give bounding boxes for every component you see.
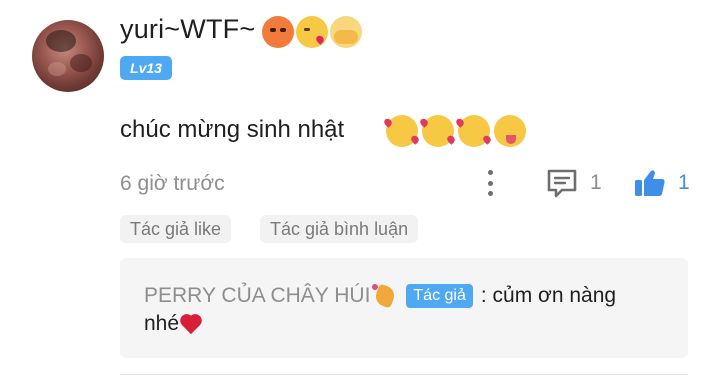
squinting-tongue-icon xyxy=(494,115,526,147)
reply-count: 1 xyxy=(590,171,602,194)
user-avatar[interactable] xyxy=(32,20,104,92)
author-badge: Tác giả xyxy=(406,284,473,308)
reply-button[interactable]: 1 xyxy=(546,168,602,198)
comment-icon xyxy=(547,169,577,198)
comment-emojis xyxy=(386,115,526,147)
author-reply-box[interactable]: PERRY CỦA CHÂY HÚI Tác giả : củm ơn nàng… xyxy=(120,258,688,358)
like-button[interactable]: 1 xyxy=(634,168,690,198)
smiling-hearts-icon xyxy=(386,115,418,147)
sparkles-icon xyxy=(372,284,396,308)
kissing-heart-icon xyxy=(296,16,328,48)
like-count: 1 xyxy=(678,171,690,194)
reply-author-name[interactable]: PERRY CỦA CHÂY HÚI xyxy=(144,284,370,308)
divider xyxy=(120,374,688,375)
more-dot-icon xyxy=(487,180,493,186)
peeking-face-icon xyxy=(330,16,362,48)
thumbs-up-icon xyxy=(635,170,665,196)
hot-face-icon xyxy=(262,16,294,48)
author-replied-chip: Tác giả bình luận xyxy=(260,215,419,243)
comment-timestamp: 6 giờ trước xyxy=(120,172,225,195)
more-options-button[interactable] xyxy=(478,166,502,200)
comment-text: chúc mừng sinh nhật xyxy=(120,116,345,143)
smiling-hearts-icon xyxy=(422,115,454,147)
username[interactable]: yuri~WTF~ xyxy=(120,14,255,45)
author-liked-chip: Tác giả like xyxy=(120,215,232,243)
reply-text: : củm ơn nàng xyxy=(480,284,617,307)
reply-text-continued: nhé xyxy=(144,312,180,335)
red-heart-icon xyxy=(180,313,204,335)
smiling-hearts-icon xyxy=(458,115,490,147)
level-badge: Lv13 xyxy=(120,56,172,80)
username-emojis xyxy=(262,16,362,48)
more-dot-icon xyxy=(487,170,493,175)
more-dot-icon xyxy=(487,191,493,196)
